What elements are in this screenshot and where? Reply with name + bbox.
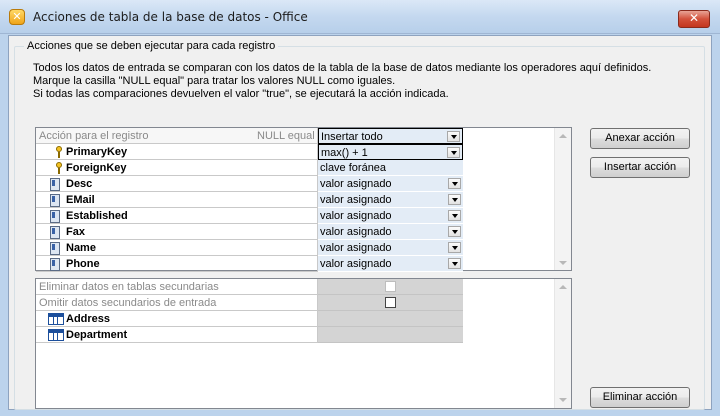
description-line-3: Si todas las comparaciones devuelven el … (33, 88, 449, 100)
scroll-up-icon[interactable] (559, 285, 567, 289)
field-value-select[interactable]: valor asignado (318, 224, 463, 240)
delete-secondary-label: Eliminar datos en tablas secundarias (39, 281, 219, 293)
field-value: clave foránea (320, 162, 387, 174)
description-line-1: Todos los datos de entrada se comparan c… (33, 62, 652, 74)
field-row-email: EMail valor asignado (36, 192, 563, 208)
field-value-select[interactable]: max() + 1 (318, 144, 463, 160)
field-value-select[interactable]: valor asignado (318, 240, 463, 256)
field-value: valor asignado (320, 242, 392, 254)
field-value: valor asignado (320, 226, 392, 238)
key-icon (50, 146, 64, 158)
close-button[interactable]: ✕ (678, 10, 710, 28)
action-for-record-label: Acción para el registro (39, 130, 149, 142)
grid-header-row: Acción para el registro NULL equal Inser… (36, 128, 563, 144)
table-value-cell (318, 327, 463, 343)
field-row-primarykey: PrimaryKey max() + 1 (36, 144, 563, 160)
scroll-up-icon[interactable] (559, 134, 567, 138)
field-icon (50, 194, 64, 207)
delete-action-button[interactable]: Eliminar acción (590, 387, 690, 408)
window-title: Acciones de tabla de la base de datos - … (33, 10, 308, 24)
field-name: PrimaryKey (66, 146, 128, 158)
field-icon (50, 178, 64, 191)
record-action-value: Insertar todo (321, 131, 383, 143)
key-icon (50, 162, 64, 174)
insert-action-button[interactable]: Insertar acción (590, 157, 690, 178)
secondary-grid: Eliminar datos en tablas secundarias Omi… (35, 278, 572, 409)
field-name: Phone (66, 258, 100, 270)
action-grid: Acción para el registro NULL equal Inser… (35, 127, 572, 272)
field-name: Established (66, 210, 128, 222)
secondary-table-row-address: Address (36, 311, 563, 327)
field-name: EMail (66, 194, 95, 206)
omit-secondary-label: Omitir datos secundarios de entrada (39, 297, 217, 309)
field-icon (50, 210, 64, 223)
field-value: max() + 1 (321, 147, 368, 159)
secondary-grid-scrollbar[interactable] (554, 279, 571, 408)
field-name: Desc (66, 178, 93, 190)
field-value-select[interactable]: valor asignado (318, 208, 463, 224)
field-row-name: Name valor asignado (36, 240, 563, 256)
field-value: valor asignado (320, 210, 392, 222)
field-name: Fax (66, 226, 85, 238)
table-value-cell (318, 311, 463, 327)
field-value-cell: clave foránea (318, 160, 463, 176)
append-action-button[interactable]: Anexar acción (590, 128, 690, 149)
description-line-2: Marque la casilla "NULL equal" para trat… (33, 75, 396, 87)
action-grid-scrollbar[interactable] (554, 128, 571, 270)
chevron-down-icon[interactable] (448, 226, 461, 237)
chevron-down-icon[interactable] (448, 178, 461, 189)
chevron-down-icon[interactable] (447, 147, 460, 158)
chevron-down-icon[interactable] (447, 131, 460, 142)
title-bar: ✕ Acciones de tabla de la base de datos … (0, 0, 720, 34)
field-icon (50, 226, 64, 239)
field-name: ForeignKey (66, 162, 127, 174)
field-icon (50, 242, 64, 255)
delete-secondary-checkbox[interactable] (318, 279, 463, 295)
field-value-select[interactable]: valor asignado (318, 256, 463, 272)
secondary-table-row-department: Department (36, 327, 563, 343)
field-name: Name (66, 242, 96, 254)
table-name: Address (66, 313, 111, 325)
chevron-down-icon[interactable] (448, 242, 461, 253)
chevron-down-icon[interactable] (448, 210, 461, 221)
field-row-established: Established valor asignado (36, 208, 563, 224)
delete-secondary-row: Eliminar datos en tablas secundarias (36, 279, 563, 295)
field-icon (50, 258, 64, 271)
field-row-phone: Phone valor asignado (36, 256, 563, 272)
field-value-select[interactable]: valor asignado (318, 192, 463, 208)
field-value: valor asignado (320, 258, 392, 270)
field-value: valor asignado (320, 194, 392, 206)
omit-secondary-row: Omitir datos secundarios de entrada (36, 295, 563, 311)
chevron-down-icon[interactable] (448, 194, 461, 205)
table-name: Department (66, 329, 128, 341)
app-icon[interactable]: ✕ (9, 9, 25, 25)
omit-secondary-checkbox[interactable] (318, 295, 463, 311)
table-icon (48, 329, 64, 341)
field-value: valor asignado (320, 178, 392, 190)
chevron-down-icon[interactable] (448, 258, 461, 269)
field-row-fax: Fax valor asignado (36, 224, 563, 240)
scroll-down-icon[interactable] (559, 261, 567, 265)
null-equal-label: NULL equal (257, 130, 315, 142)
record-action-select[interactable]: Insertar todo (318, 128, 463, 144)
scroll-down-icon[interactable] (559, 398, 567, 402)
field-row-foreignkey: ForeignKey clave foránea (36, 160, 563, 176)
table-icon (48, 313, 64, 325)
field-row-desc: Desc valor asignado (36, 176, 563, 192)
field-value-select[interactable]: valor asignado (318, 176, 463, 192)
group-title: Acciones que se deben ejecutar para cada… (24, 40, 279, 52)
